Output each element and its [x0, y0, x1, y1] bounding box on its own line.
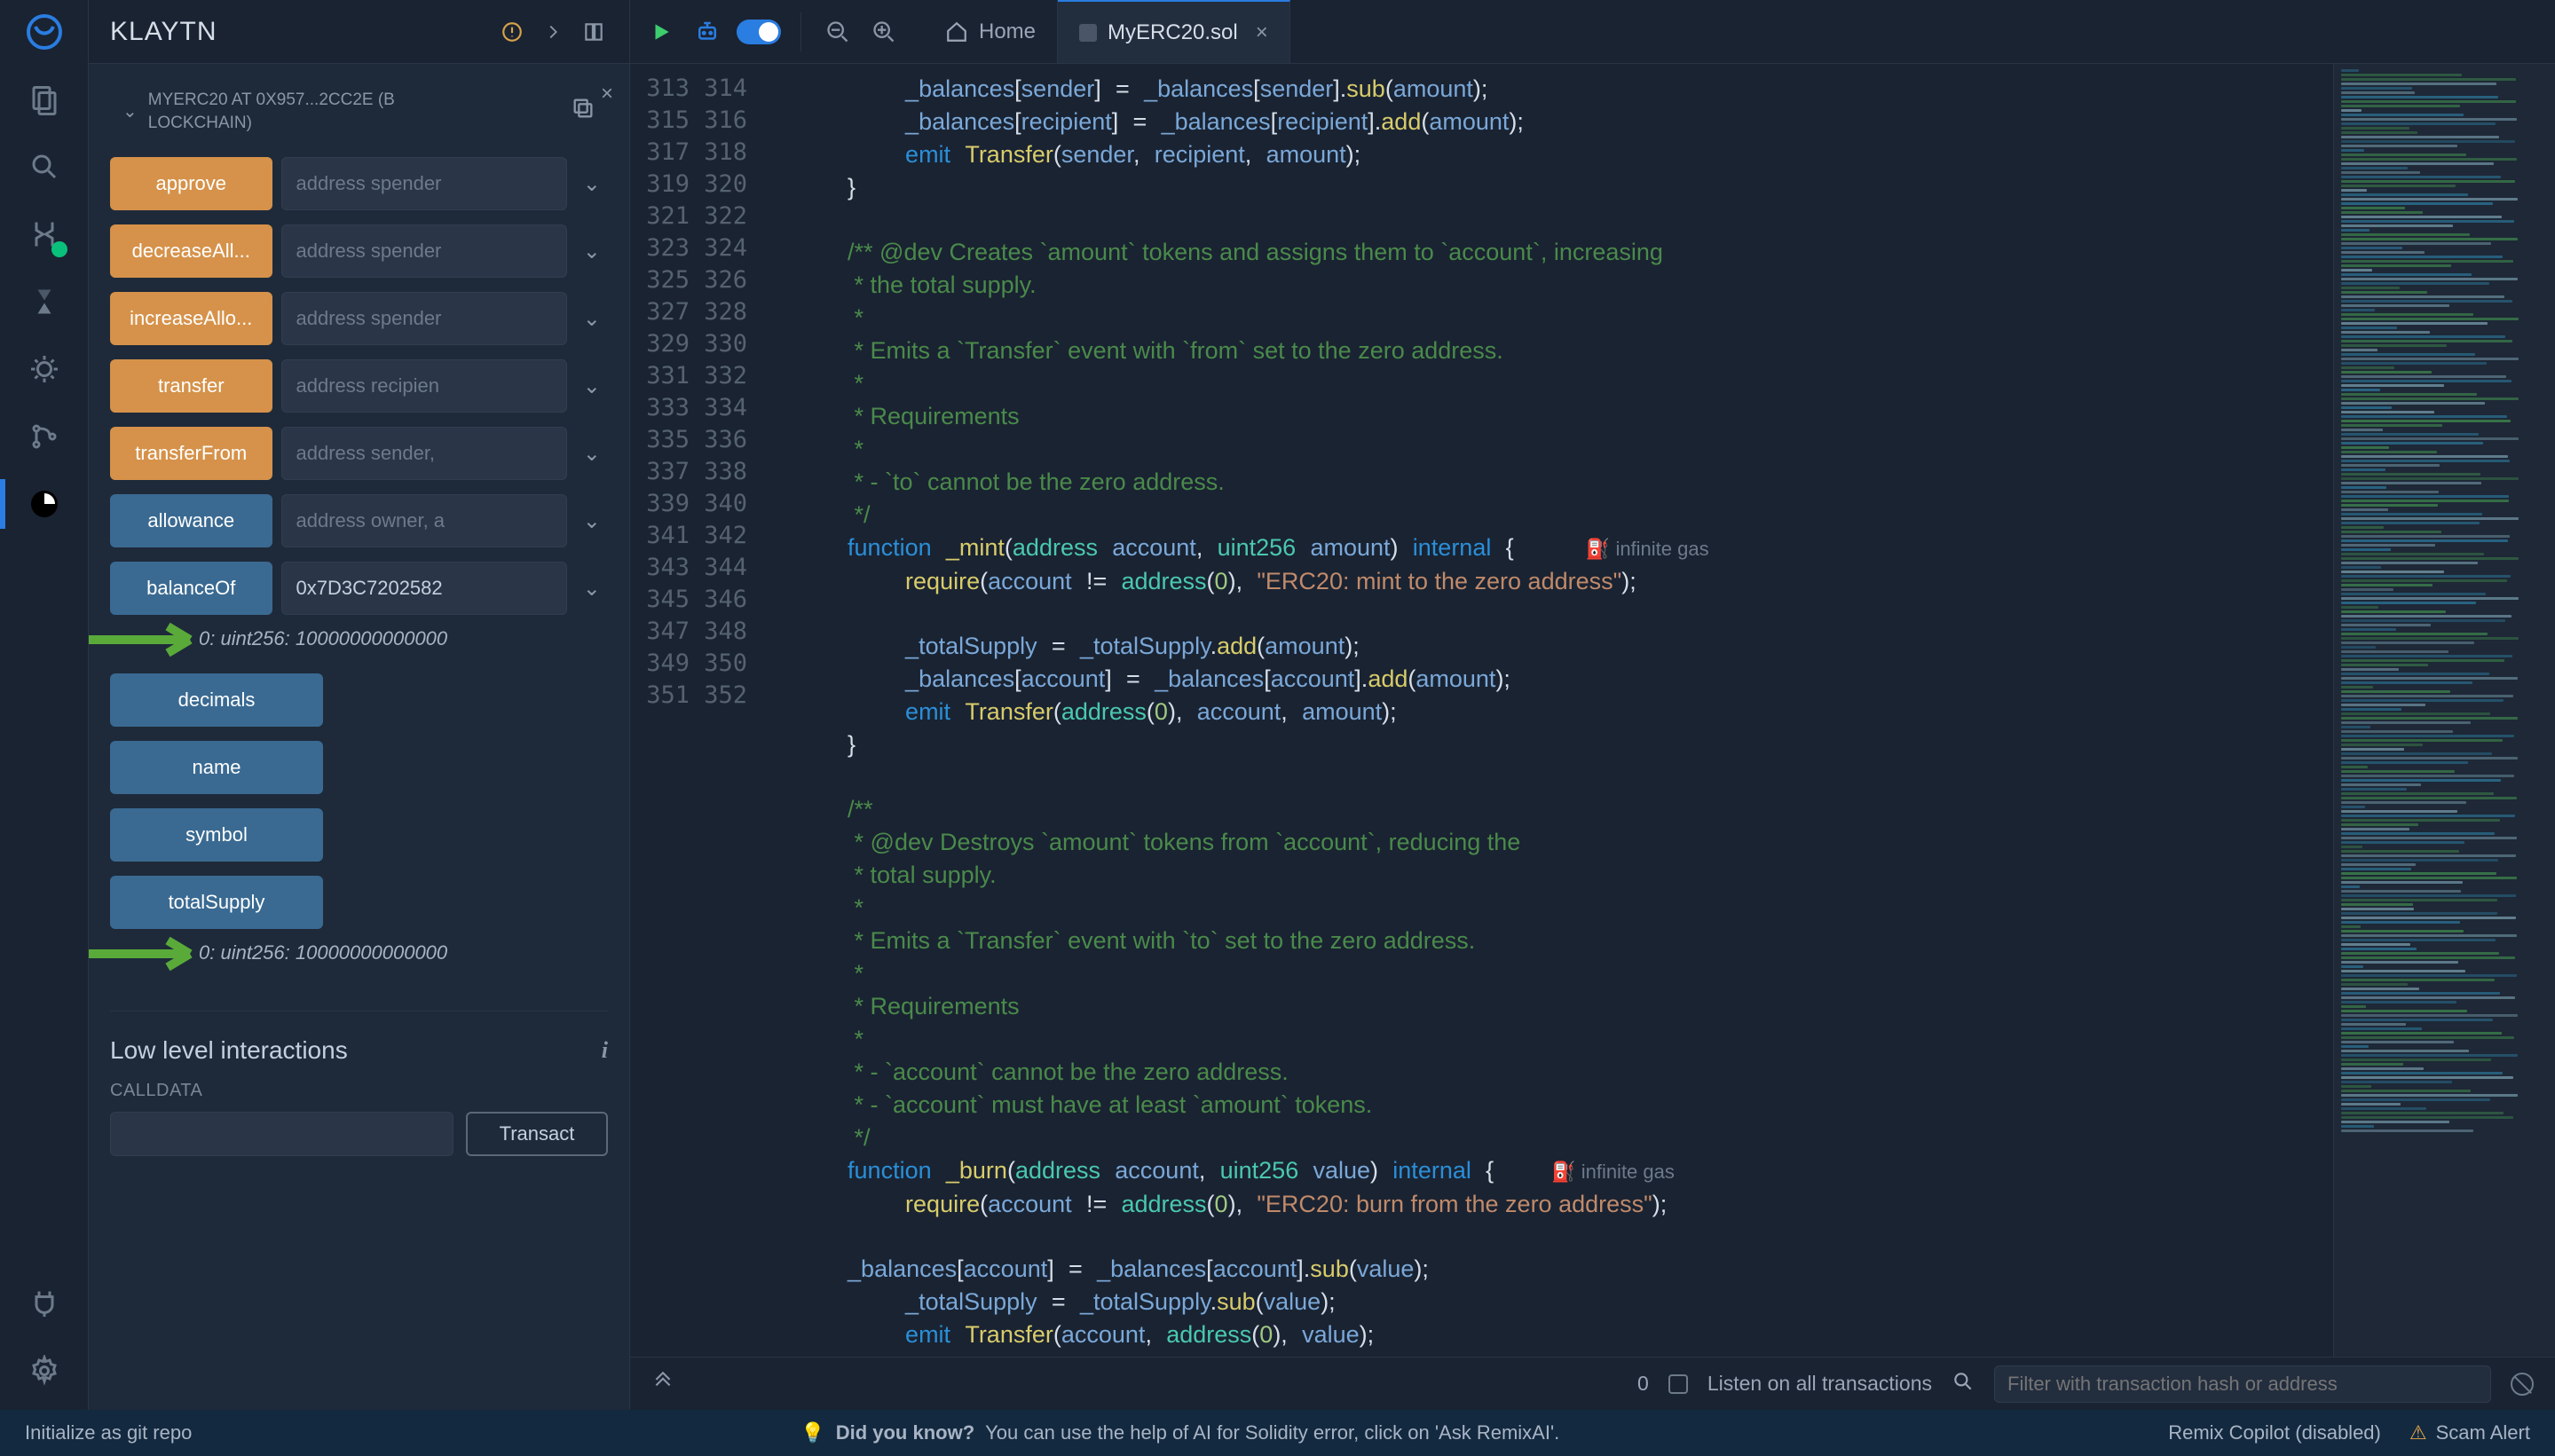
terminal-bar: 0 Listen on all transactions	[630, 1357, 2555, 1410]
listen-checkbox[interactable]	[1668, 1374, 1688, 1394]
info-icon[interactable]: i	[602, 1037, 608, 1064]
transact-button[interactable]: Transact	[466, 1112, 608, 1156]
chevron-down-icon[interactable]: ⌄	[576, 494, 609, 547]
copy-icon[interactable]	[571, 96, 595, 127]
chevron-down-icon[interactable]: ⌄	[576, 427, 609, 480]
contract-instance: ⌄ MYERC20 AT 0X957...2CC2E (BLOCKCHAIN) …	[110, 80, 608, 1156]
settings-icon[interactable]	[23, 1350, 66, 1392]
chevron-right-icon[interactable]	[539, 18, 567, 46]
allowance-button[interactable]: allowance	[110, 494, 272, 547]
solidity-file-icon	[1079, 24, 1097, 42]
status-bar: Initialize as git repo 💡 Did you know? Y…	[0, 1410, 2555, 1456]
chevron-down-icon[interactable]: ⌄	[576, 157, 609, 210]
deploy-run-icon[interactable]	[23, 483, 66, 525]
listen-label: Listen on all transactions	[1707, 1372, 1932, 1396]
copilot-status[interactable]: Remix Copilot (disabled)	[2168, 1421, 2381, 1444]
dyk-label: Did you know?	[836, 1421, 974, 1444]
compiler-icon[interactable]	[23, 213, 66, 256]
calldata-label: CALLDATA	[110, 1081, 608, 1101]
balance-of-input[interactable]	[281, 562, 567, 615]
warning-icon[interactable]	[498, 18, 526, 46]
plugin-manager-icon[interactable]	[23, 1282, 66, 1325]
debugger-icon[interactable]	[23, 348, 66, 390]
status-dot-icon	[51, 241, 67, 257]
panel-title: KLAYTN	[110, 17, 217, 47]
line-gutter: 313 314 315 316 317 318 319 320 321 322 …	[630, 64, 772, 1357]
approve-input[interactable]	[281, 157, 567, 210]
decrease-allowance-input[interactable]	[281, 224, 567, 278]
transfer-input[interactable]	[281, 359, 567, 413]
balance-of-button[interactable]: balanceOf	[110, 562, 272, 615]
low-level-title: Low level interactions	[110, 1036, 348, 1065]
name-button[interactable]: name	[110, 741, 323, 794]
search-icon[interactable]	[1952, 1370, 1975, 1398]
code-editor[interactable]: _balances[sender] = _balances[sender].su…	[772, 64, 2333, 1357]
solidity-icon[interactable]	[23, 280, 66, 323]
file-explorer-icon[interactable]	[23, 78, 66, 121]
clear-icon[interactable]	[2511, 1373, 2534, 1396]
warning-icon: ⚠	[2409, 1421, 2427, 1444]
close-tab-icon[interactable]: ×	[1256, 20, 1268, 45]
zoom-in-icon[interactable]	[867, 15, 901, 49]
arrow-annotation-icon	[89, 622, 225, 657]
git-icon[interactable]	[23, 415, 66, 458]
tab-home[interactable]: Home	[924, 0, 1058, 63]
toggle-switch[interactable]	[737, 20, 781, 44]
filter-input[interactable]	[1994, 1365, 2491, 1403]
decimals-button[interactable]: decimals	[110, 673, 323, 727]
scam-alert-button[interactable]: Scam Alert	[2436, 1421, 2530, 1444]
approve-button[interactable]: approve	[110, 157, 272, 210]
bulb-icon: 💡	[800, 1421, 824, 1444]
tip-text: You can use the help of AI for Solidity …	[985, 1421, 1559, 1444]
tab-file[interactable]: MyERC20.sol×	[1058, 0, 1290, 63]
side-panel: KLAYTN ⌄ MYERC20 AT 0X957...2CC2E (BLOCK…	[89, 0, 630, 1410]
activity-bar	[0, 0, 89, 1410]
low-level-section: Low level interactions i CALLDATA Transac…	[110, 1011, 608, 1156]
transfer-button[interactable]: transfer	[110, 359, 272, 413]
chevron-down-icon[interactable]: ⌄	[576, 562, 609, 615]
instance-title: MYERC20 AT 0X957...2CC2E (BLOCKCHAIN)	[148, 89, 560, 134]
allowance-input[interactable]	[281, 494, 567, 547]
close-icon[interactable]: ×	[601, 82, 613, 106]
transfer-from-button[interactable]: transferFrom	[110, 427, 272, 480]
minimap[interactable]	[2333, 64, 2555, 1357]
chevron-down-icon[interactable]: ⌄	[576, 224, 609, 278]
chevron-down-icon[interactable]: ⌄	[576, 359, 609, 413]
calldata-input[interactable]	[110, 1112, 453, 1156]
search-icon[interactable]	[23, 146, 66, 188]
editor-area: Home MyERC20.sol× 313 314 315 316 317 31…	[630, 0, 2555, 1410]
total-supply-button[interactable]: totalSupply	[110, 876, 323, 929]
chevron-down-icon[interactable]: ⌄	[122, 100, 138, 122]
zoom-out-icon[interactable]	[821, 15, 855, 49]
transfer-from-input[interactable]	[281, 427, 567, 480]
git-init-button[interactable]: Initialize as git repo	[25, 1421, 192, 1444]
expand-icon[interactable]	[580, 18, 608, 46]
arrow-annotation-icon	[89, 936, 225, 972]
increase-allowance-input[interactable]	[281, 292, 567, 345]
robot-icon[interactable]	[690, 15, 724, 49]
chevron-down-icon[interactable]: ⌄	[576, 292, 609, 345]
remix-logo-icon[interactable]	[23, 11, 66, 53]
decrease-allowance-button[interactable]: decreaseAll...	[110, 224, 272, 278]
chevron-up-icon[interactable]	[651, 1370, 674, 1398]
symbol-button[interactable]: symbol	[110, 808, 323, 862]
tx-count: 0	[1637, 1372, 1649, 1396]
panel-header: KLAYTN	[89, 0, 629, 64]
play-icon[interactable]	[644, 15, 678, 49]
increase-allowance-button[interactable]: increaseAllo...	[110, 292, 272, 345]
editor-toolbar: Home MyERC20.sol×	[630, 0, 2555, 64]
